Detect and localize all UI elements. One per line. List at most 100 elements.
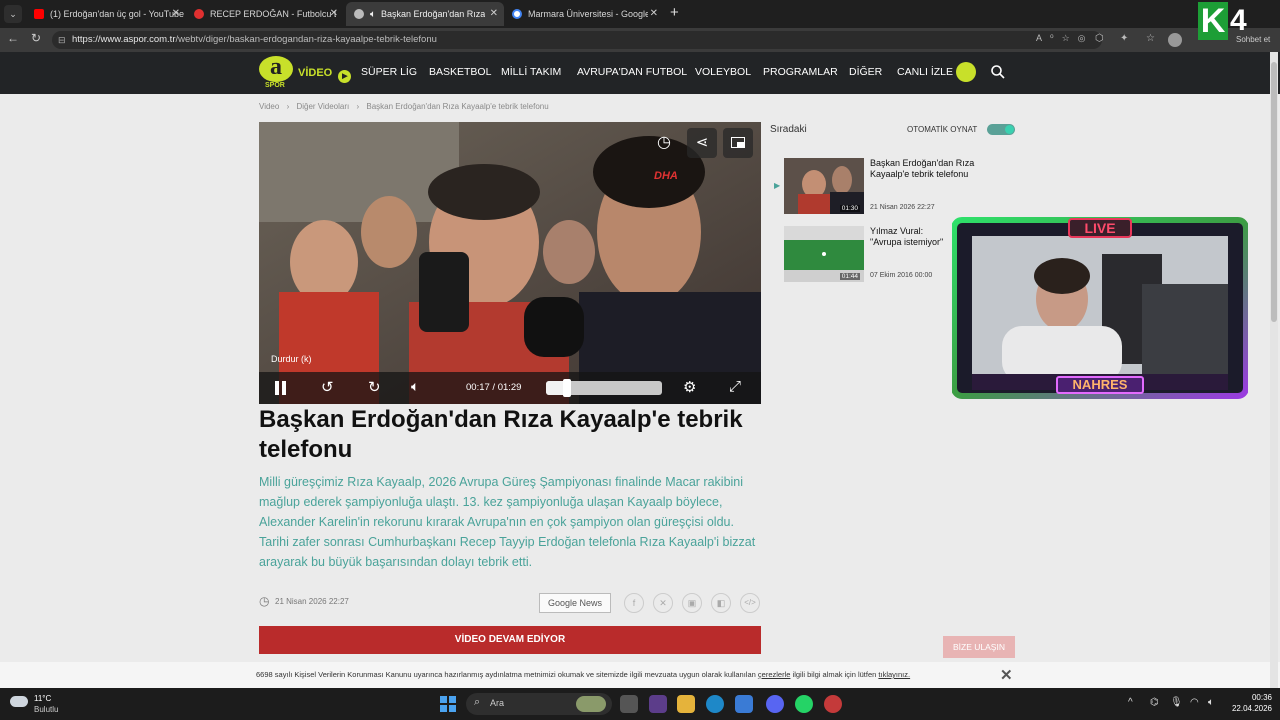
autoplay-label: OTOMATİK OYNAT [907,125,978,134]
wifi-icon[interactable]: ◠ [1190,697,1199,708]
chevron-right-icon: › [286,102,290,111]
reload-icon[interactable]: ↻ [31,31,41,45]
widgets-icon[interactable] [649,695,667,713]
favorites-icon[interactable]: ✦ [1120,33,1128,44]
settings-gear-icon[interactable]: ⚙ [683,378,696,396]
embed-code-icon[interactable]: </> [740,593,760,613]
nav-avrupadan-futbol[interactable]: AVRUPA'DAN FUTBOL [577,66,687,78]
thumbnail-duration: 01:44 [839,273,860,280]
aspor-icon [354,9,364,19]
url-domain: https://www.aspor.com.tr [72,34,176,45]
rewind-icon[interactable]: ↺ [321,378,334,396]
contact-us-button[interactable]: BİZE ULAŞIN [943,636,1015,658]
nav-programlar[interactable]: PROGRAMLAR [763,66,838,78]
video-continues-button[interactable]: VİDEO DEVAM EDİYOR [259,626,761,654]
site-info-icon[interactable]: ⊟ [58,31,66,49]
close-icon[interactable]: ✕ [330,8,338,19]
close-icon[interactable]: ✕ [490,8,498,19]
close-icon[interactable]: ✕ [172,8,180,19]
video-section-label[interactable]: VİDEO ▶ [298,67,352,83]
video-player[interactable]: DHA ◷ ⋖ Durdur (k) ↺ ↻ 🔈︎ 00:17 / 01:29 … [259,122,761,404]
taskbar-search[interactable]: ⌕ Ara [466,693,612,715]
progress-knob[interactable] [562,379,571,397]
edge-icon[interactable] [706,695,724,713]
flipboard-share-icon[interactable]: ◧ [711,593,731,613]
cookie-link[interactable]: tıklayınız. [878,670,910,679]
search-icon[interactable] [990,64,1006,80]
discord-icon[interactable] [766,695,784,713]
store-icon[interactable] [735,695,753,713]
tab-list-button[interactable]: ⌄ [4,5,22,23]
network-icon[interactable]: ⌬ [1150,697,1159,708]
back-icon[interactable]: ← [7,31,19,45]
up-next-item-title[interactable]: Başkan Erdoğan'dan Rıza Kayaalp'e tebrik… [870,158,980,180]
nav-milli-takim[interactable]: MİLLİ TAKIM [501,66,561,78]
collections-icon[interactable]: ☆ [1146,33,1155,44]
speaker-icon[interactable]: 🔈︎ [1208,697,1214,708]
google-news-button[interactable]: Google News [539,593,611,613]
up-next-item-date: 21 Nisan 2026 22:27 [870,204,935,211]
autoplay-toggle[interactable] [987,124,1015,135]
whatsapp-icon[interactable] [795,695,813,713]
page-scrollbar[interactable] [1270,52,1278,688]
nav-canli-izle[interactable]: CANLI İZLE [897,66,953,78]
speaker-icon[interactable]: 🔈︎ [370,9,376,20]
now-playing-indicator: ▶ [774,181,781,190]
video-thumbnail[interactable]: 01:44 [784,226,864,282]
close-icon[interactable]: ✕ [1000,666,1013,684]
close-icon[interactable]: ✕ [650,8,658,19]
x-share-icon[interactable]: ✕ [653,593,673,613]
tab-aspor[interactable]: 🔈︎ Başkan Erdoğan'dan Rıza Kaya ✕ [346,2,504,26]
tray-chevron-icon[interactable]: ^ [1128,697,1133,708]
nav-diger[interactable]: DİĞER [849,66,882,78]
cookie-link[interactable]: çerezlerle [758,670,791,679]
url-field[interactable]: ⊟ https://www.aspor.com.tr/webtv/diger/b… [52,31,1102,49]
watch-later-icon[interactable]: ◷ [653,132,675,154]
clock-time: 00:36 [1251,693,1272,702]
nav-basketbol[interactable]: BASKETBOL [429,66,491,78]
up-next-item-title[interactable]: Yılmaz Vural: "Avrupa istemiyor" [870,226,950,248]
app-icon[interactable] [824,695,842,713]
cookie-message-mid: ilgili bilgi almak için lütfen [792,670,877,679]
streamer-name: NAHRES [1072,377,1128,392]
microphone-icon[interactable]: 🎙︎ [1170,697,1183,708]
weather-widget[interactable]: 11°C Bulutlu [10,692,80,716]
task-view-icon[interactable] [620,695,638,713]
tab-google[interactable]: Marmara Üniversitesi - Google'da ✕ [504,2,664,26]
article-meta: ◷ 21 Nisan 2026 22:27 Google News f ✕ ▣ … [259,593,761,613]
new-tab-button[interactable]: + [670,4,679,21]
tab-label: Başkan Erdoğan'dan Rıza Kaya [381,9,485,19]
aspor-live-logo[interactable] [956,62,976,82]
profile-avatar[interactable] [1168,33,1182,47]
share-icon[interactable]: ⋖ [687,128,717,158]
clock-date: 22.04.2026 [1231,704,1272,713]
progress-bar[interactable] [546,379,662,397]
forward-icon[interactable]: ↻ [368,378,381,396]
breadcrumb-item[interactable]: Video [259,102,279,111]
volume-icon[interactable]: 🔈︎ [411,378,419,395]
whatsapp-share-icon[interactable]: ▣ [682,593,702,613]
start-icon[interactable] [440,696,456,712]
search-icon: ⌕ [474,696,481,708]
clock[interactable]: 00:36 22.04.2026 [1228,692,1272,714]
breadcrumb-item[interactable]: Diğer Videoları [296,102,349,111]
channel-badge: K 4 [1198,2,1260,40]
pause-icon[interactable] [275,381,287,395]
aspor-logo[interactable]: a SPOR [259,55,295,92]
tab-youtube[interactable]: (1) Erdoğan'dan üç gol - YouTube ✕ [26,2,186,26]
channel-badge-number: 4 [1230,4,1247,37]
nav-super-lig[interactable]: SÜPER LİG [361,66,417,78]
file-explorer-icon[interactable] [677,695,695,713]
video-thumbnail[interactable]: 01:30 [784,158,864,214]
extensions-icon[interactable]: ⬡ [1095,33,1104,44]
fullscreen-icon[interactable]: ⤢ [729,378,741,395]
facebook-share-icon[interactable]: f [624,593,644,613]
nav-voleybol[interactable]: VOLEYBOL [695,66,751,78]
tab-transfermarkt[interactable]: RECEP ERDOĞAN - Futbolcu Bilgileri ✕ [186,2,344,26]
site-navigation: a SPOR VİDEO ▶ SÜPER LİG BASKETBOL MİLLİ… [0,52,1280,94]
up-next-item[interactable]: 01:30 Başkan Erdoğan'dan Rıza Kayaalp'e … [784,158,1014,216]
address-bar-actions[interactable]: A⁰☆◎ [1036,33,1094,44]
browser-tab-bar: ⌄ (1) Erdoğan'dan üç gol - YouTube ✕ REC… [0,0,1280,28]
miniplayer-icon[interactable] [723,128,753,158]
cookie-text: 6698 sayılı Kişisel Verilerin Korunması … [256,670,910,679]
